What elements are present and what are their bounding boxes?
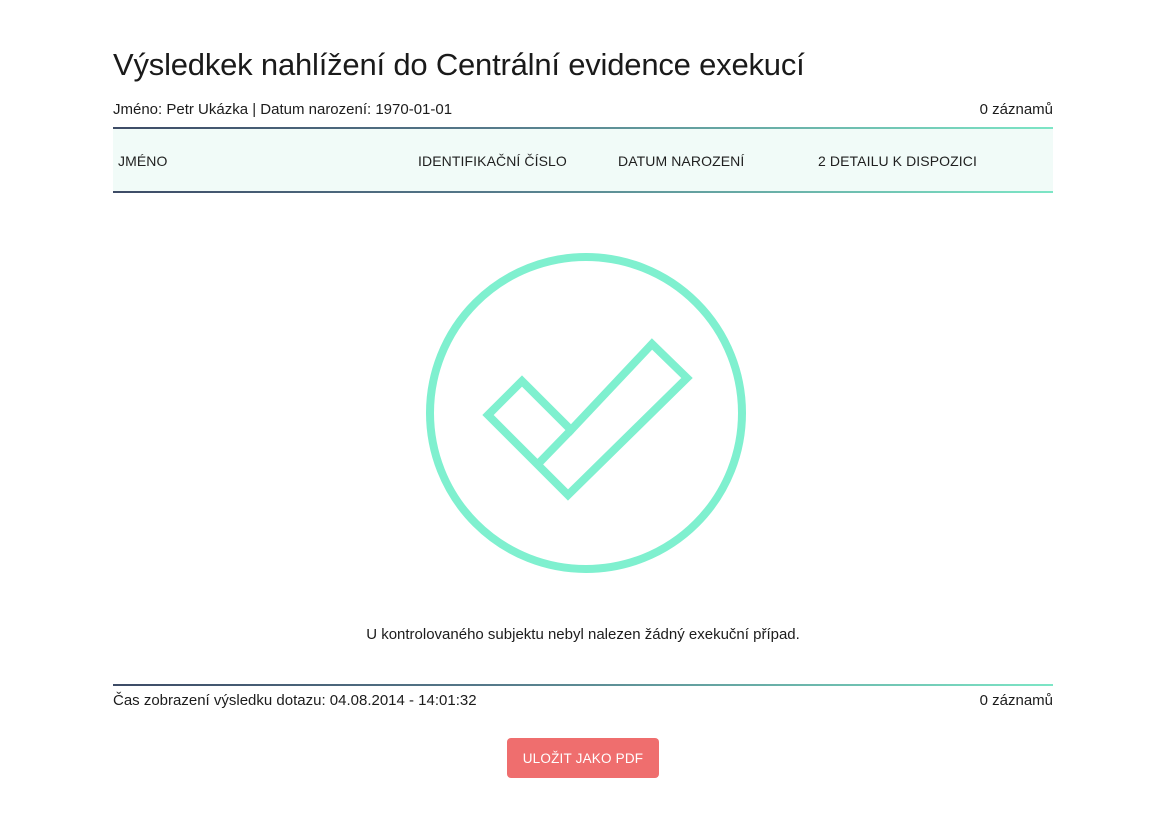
save-as-pdf-button[interactable]: ULOŽIT JAKO PDF	[507, 738, 659, 778]
column-header-birth-date: DATUM NAROZENÍ	[618, 153, 745, 169]
record-count: 0 záznamů	[979, 101, 1053, 118]
subject-info-row: Jméno: Petr Ukázka | Datum narození: 197…	[113, 101, 1053, 121]
column-header-name: JMÉNO	[118, 153, 168, 169]
query-timestamp: Čas zobrazení výsledku dotazu: 04.08.201…	[113, 692, 477, 709]
column-header-details-available: 2 DETAILU K DISPOZICI	[818, 153, 977, 169]
footer-record-count: 0 záznamů	[979, 692, 1053, 709]
footer-divider	[113, 684, 1053, 686]
subject-info: Jméno: Petr Ukázka | Datum narození: 197…	[113, 101, 453, 118]
footer-row: Čas zobrazení výsledku dotazu: 04.08.201…	[113, 692, 1053, 712]
page-title: Výsledkek nahlížení do Centrální evidenc…	[113, 47, 805, 82]
results-table-header: JMÉNO IDENTIFIKAČNÍ ČÍSLO DATUM NAROZENÍ…	[113, 127, 1053, 193]
column-header-id-number: IDENTIFIKAČNÍ ČÍSLO	[418, 153, 567, 169]
check-circle-icon	[426, 253, 746, 573]
empty-result-message: U kontrolovaného subjektu nebyl nalezen …	[366, 626, 800, 643]
